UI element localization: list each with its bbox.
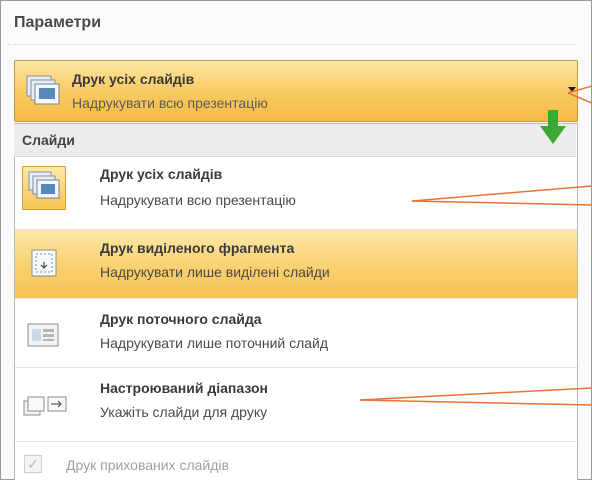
menu-item-description: Надрукувати всю презентацію xyxy=(100,192,296,208)
custom-range-icon xyxy=(20,385,68,429)
selected-option-title: Друк усіх слайдів xyxy=(72,71,195,87)
print-range-dropdown[interactable] xyxy=(14,60,578,122)
selected-option-description: Надрукувати всю презентацію xyxy=(72,95,268,111)
menu-item-title: Друк поточного слайда xyxy=(100,311,262,327)
all-slides-icon xyxy=(22,166,66,210)
green-arrow-icon xyxy=(540,110,566,144)
menu-item-description: Надрукувати лише поточний слайд xyxy=(100,335,329,351)
menu-item-title: Настроюваний діапазон xyxy=(100,380,268,396)
section-title: Параметри xyxy=(14,14,102,31)
hidden-slides-label: Друк прихованих слайдів xyxy=(66,457,229,473)
group-label: Слайди xyxy=(22,132,75,148)
menu-item-title: Друк виділеного фрагмента xyxy=(100,240,295,256)
section-divider xyxy=(8,44,576,45)
hidden-slides-checkbox[interactable]: ✓ xyxy=(24,455,42,473)
menu-item-print-current-slide[interactable] xyxy=(15,299,577,367)
menu-item-description: Укажіть слайди для друку xyxy=(100,404,268,420)
selection-icon xyxy=(22,242,66,286)
menu-item-title: Друк усіх слайдів xyxy=(100,166,223,182)
chevron-down-icon[interactable] xyxy=(568,87,576,92)
all-slides-icon xyxy=(20,70,66,114)
menu-divider xyxy=(15,441,577,442)
current-slide-icon xyxy=(22,314,66,358)
group-header xyxy=(14,124,576,157)
menu-item-description: Надрукувати лише виділені слайди xyxy=(100,264,330,280)
